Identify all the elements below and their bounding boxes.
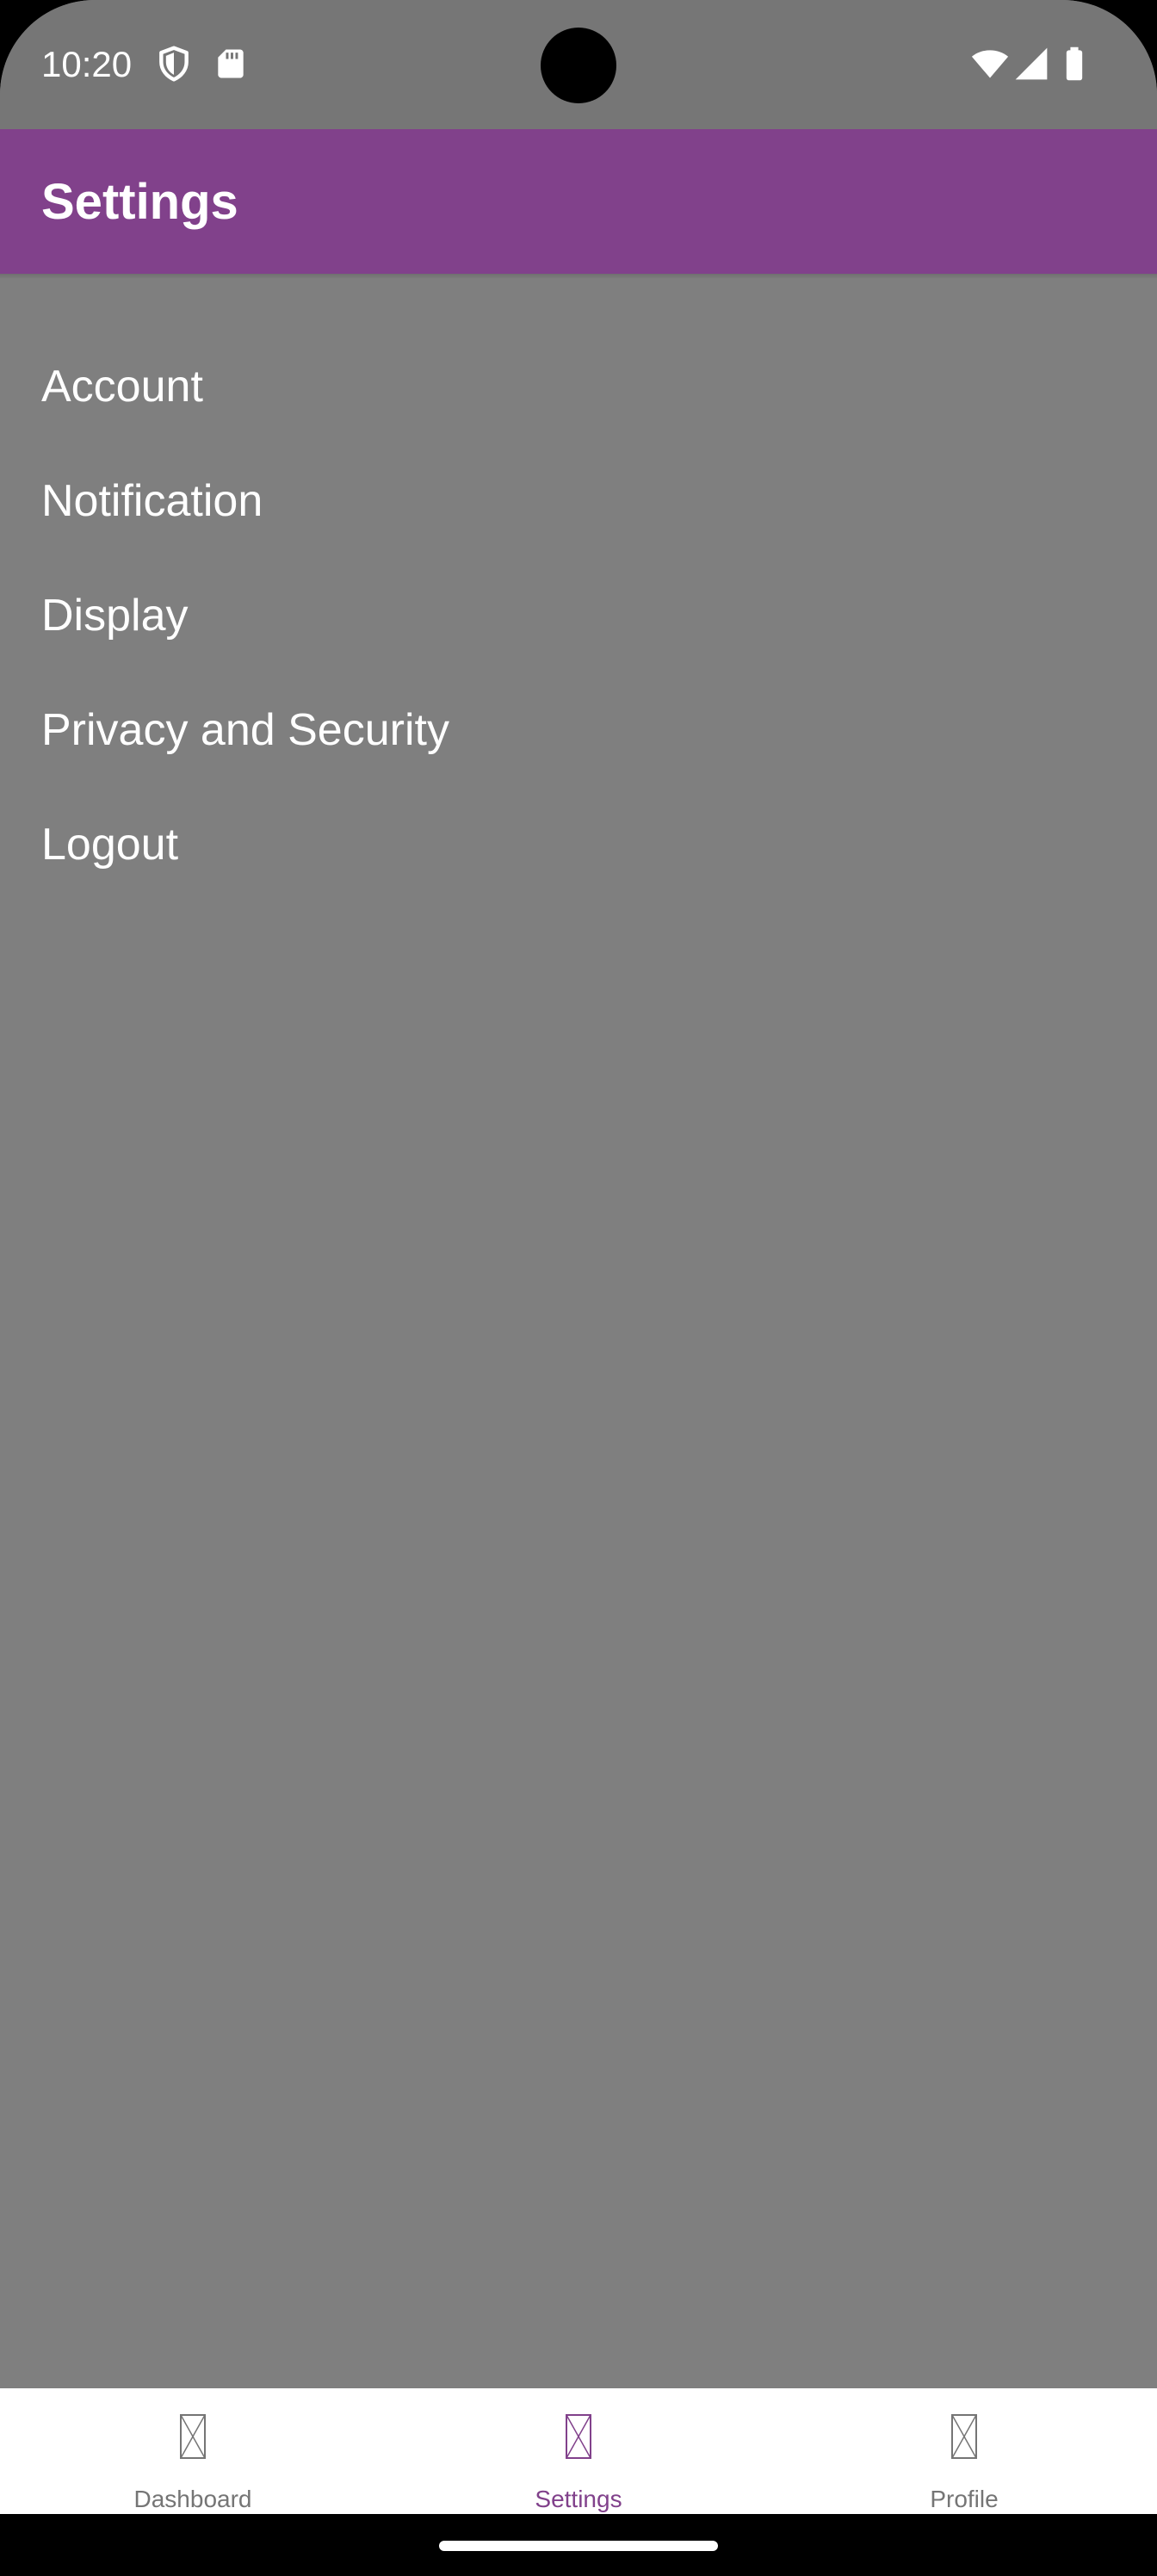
nav-label-profile: Profile xyxy=(930,2486,999,2512)
settings-item-account[interactable]: Account xyxy=(0,329,1157,443)
settings-item-privacy-security[interactable]: Privacy and Security xyxy=(0,672,1157,787)
cell-signal-icon xyxy=(1015,47,1048,80)
settings-item-display[interactable]: Display xyxy=(0,558,1157,672)
app-bar-shadow xyxy=(0,274,1157,279)
sd-card-icon xyxy=(218,49,244,78)
status-time: 10:20 xyxy=(41,44,133,84)
nav-label-dashboard: Dashboard xyxy=(133,2486,252,2512)
shield-icon xyxy=(159,46,189,82)
status-bar: 10:20 xyxy=(0,0,1157,129)
settings-item-logout[interactable]: Logout xyxy=(0,787,1157,901)
screen: 10:20 Settings Account Notification Disp… xyxy=(0,0,1157,2576)
device-frame: 10:20 Settings Account Notification Disp… xyxy=(0,0,1157,2514)
app-bar: Settings xyxy=(0,129,1157,274)
battery-icon xyxy=(1066,46,1083,81)
missing-image-icon xyxy=(566,2414,591,2459)
nav-label-settings: Settings xyxy=(535,2486,622,2512)
page-title: Settings xyxy=(41,174,238,230)
bottom-navigation: Dashboard Settings Profile xyxy=(0,2388,1157,2514)
gesture-handle[interactable] xyxy=(439,2541,718,2551)
wifi-icon xyxy=(971,50,1009,78)
missing-image-icon xyxy=(180,2414,206,2459)
nav-item-dashboard[interactable]: Dashboard xyxy=(0,2388,386,2514)
nav-item-profile[interactable]: Profile xyxy=(771,2388,1157,2514)
settings-item-notification[interactable]: Notification xyxy=(0,443,1157,558)
front-camera xyxy=(541,28,616,103)
settings-list: Account Notification Display Privacy and… xyxy=(0,329,1157,901)
nav-item-settings[interactable]: Settings xyxy=(386,2388,771,2514)
missing-image-icon xyxy=(951,2414,977,2459)
